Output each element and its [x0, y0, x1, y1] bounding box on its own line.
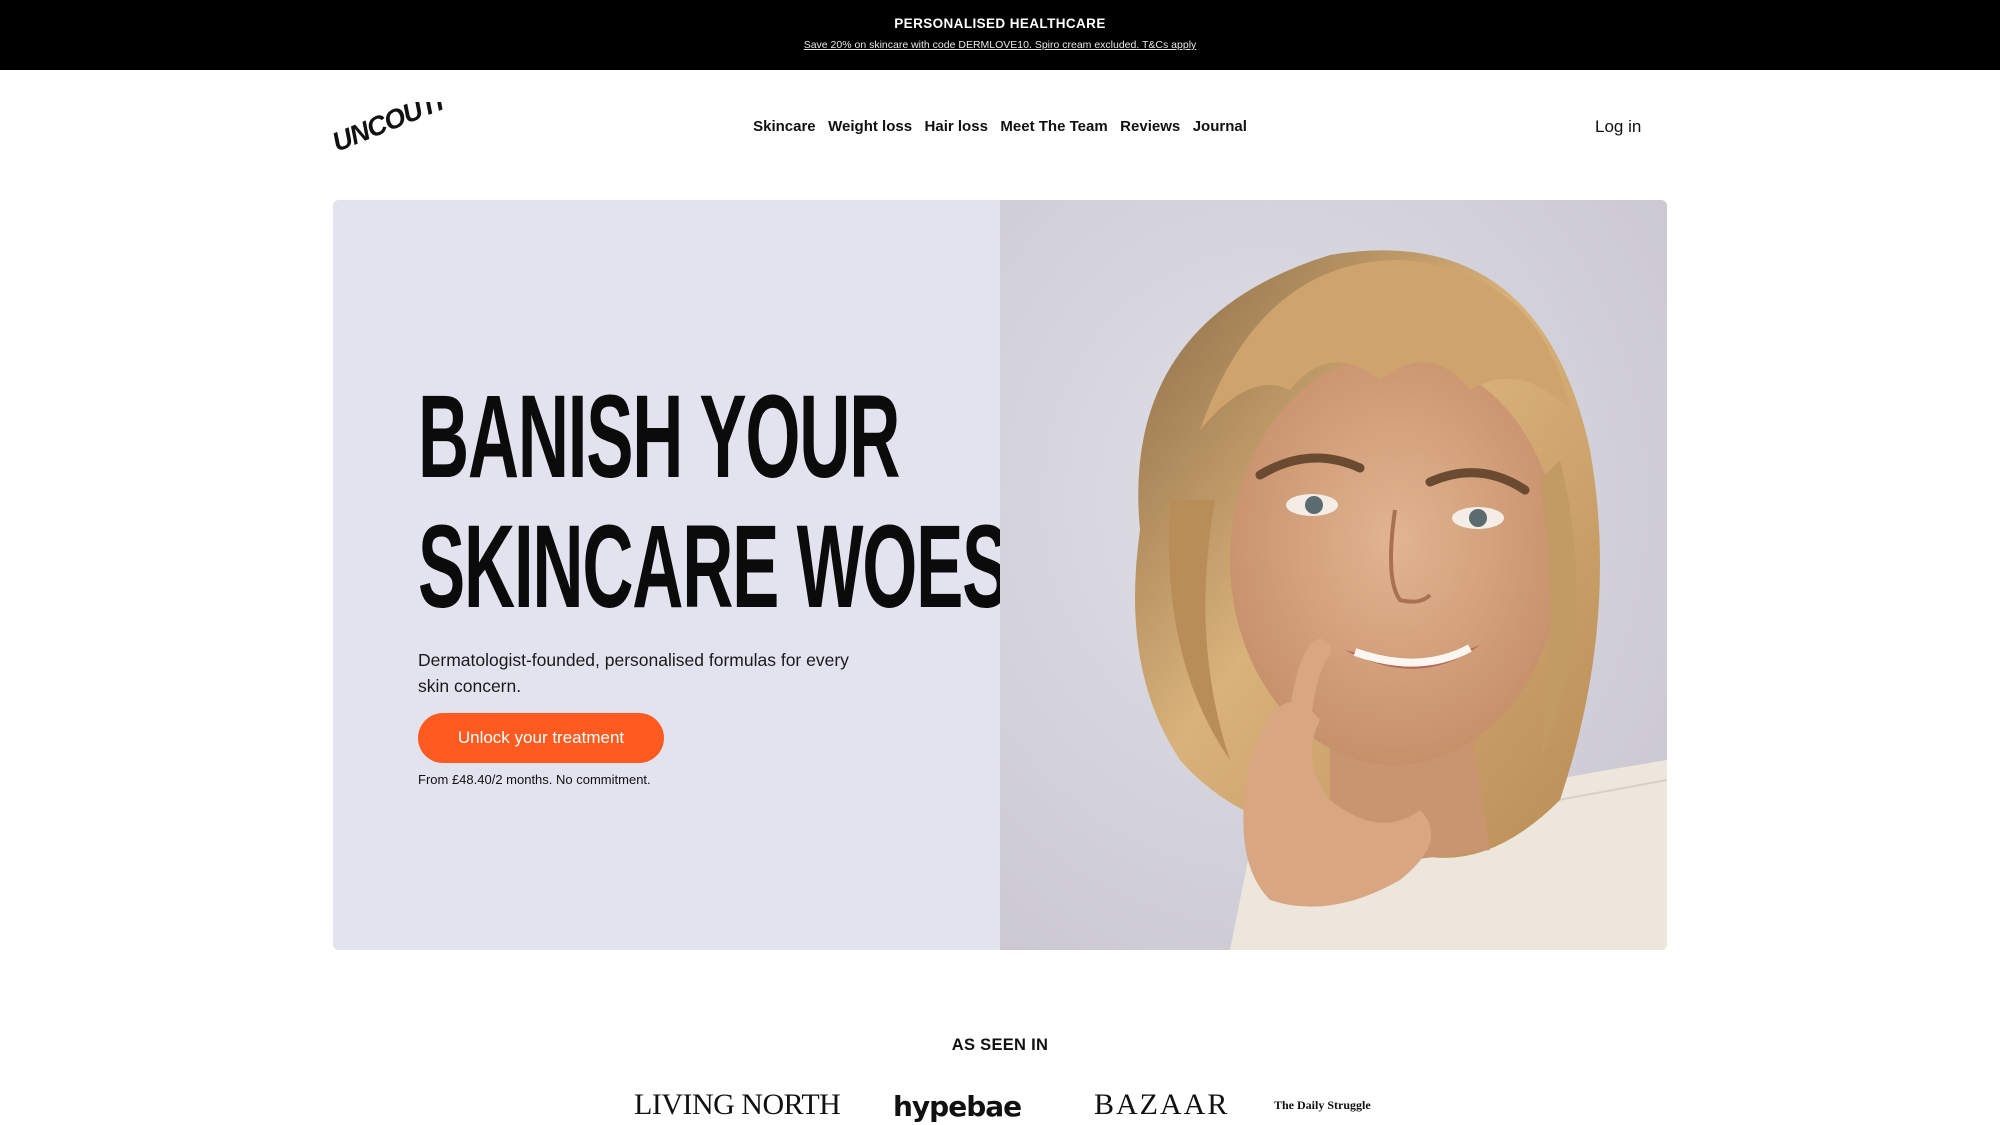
as-seen-in-title: AS SEEN IN [951, 1036, 1049, 1054]
announcement-bar: PERSONALISED HEALTHCARE Save 20% on skin… [0, 0, 2000, 70]
nav-weight-loss[interactable]: Weight loss [828, 118, 912, 135]
hero-image [1000, 200, 1667, 950]
hero-headline: BANISH YOUR SKINCARE WOES. [418, 372, 1028, 632]
nav-reviews[interactable]: Reviews [1120, 118, 1180, 135]
price-note: From £48.40/2 months. No commitment. [418, 772, 651, 787]
nav-meet-the-team[interactable]: Meet The Team [1000, 118, 1107, 135]
press-logo-living-north: LIVING NORTH [634, 1088, 841, 1121]
main-nav: Skincare Weight loss Hair loss Meet The … [0, 118, 2000, 135]
nav-hair-loss[interactable]: Hair loss [925, 118, 988, 135]
nav-skincare[interactable]: Skincare [753, 118, 816, 135]
nav-journal[interactable]: Journal [1193, 118, 1247, 135]
hero-headline-line-1: BANISH YOUR [418, 371, 900, 503]
hero-text-panel: BANISH YOUR SKINCARE WOES. Dermatologist… [333, 200, 1028, 950]
announcement-offer-link[interactable]: Save 20% on skincare with code DERMLOVE1… [0, 39, 2000, 51]
hero-headline-line-2: SKINCARE WOES. [418, 501, 1028, 633]
press-logo-bazaar: BAZAAR [1094, 1088, 1230, 1121]
model-portrait-image [1000, 200, 1667, 950]
hero-subtext: Dermatologist-founded, personalised form… [418, 650, 849, 696]
hero-section: BANISH YOUR SKINCARE WOES. Dermatologist… [333, 200, 1667, 950]
press-logo-daily-struggle: The Daily Struggle [1274, 1098, 1371, 1112]
login-link[interactable]: Log in [1595, 117, 1641, 137]
unlock-treatment-button[interactable]: Unlock your treatment [418, 713, 664, 763]
press-logo-hypebae: hypebae [893, 1090, 1022, 1123]
announcement-title: PERSONALISED HEALTHCARE [894, 16, 1106, 31]
